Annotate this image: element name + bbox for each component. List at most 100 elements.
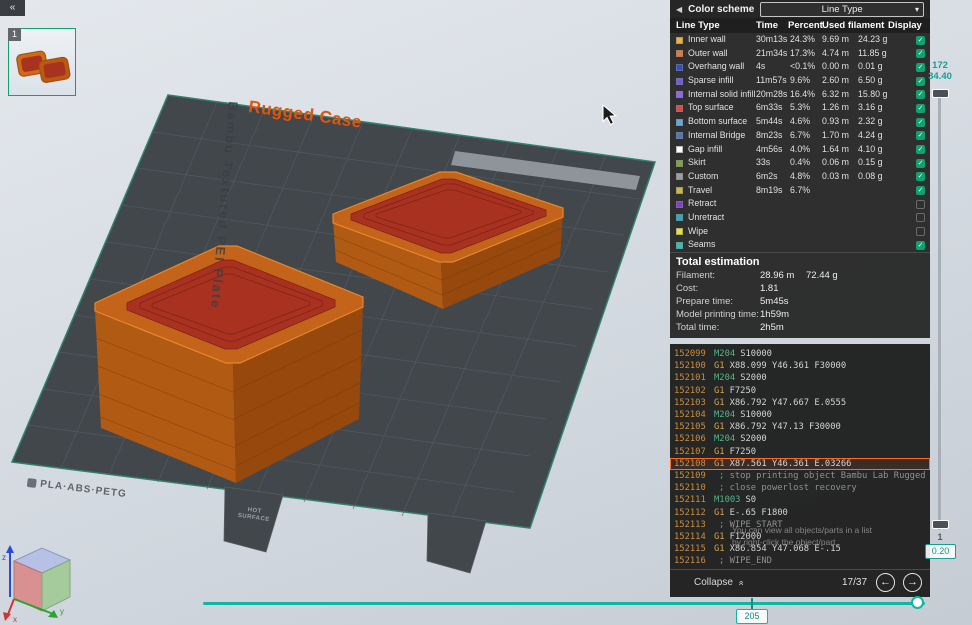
gcode-line[interactable]: 152103 G1 X86.792 Y47.667 E.0555 bbox=[670, 397, 930, 409]
gcode-arguments: F7250 bbox=[729, 446, 757, 457]
gcode-line[interactable]: 152112 G1 E-.65 F1800 bbox=[670, 506, 930, 518]
chevron-down-icon: ▾ bbox=[914, 4, 919, 14]
line-type-used-grams: 4.24 g bbox=[858, 129, 883, 140]
gcode-arguments: E-.65 F1800 bbox=[729, 507, 788, 518]
line-type-label: Travel bbox=[688, 184, 713, 195]
legend-row: Skirt 33s 0.4% 0.06 m 0.15 g ✓ bbox=[670, 156, 930, 170]
collapse-gcode-button[interactable]: Collapse » bbox=[694, 577, 746, 588]
navigation-cube[interactable]: z y x bbox=[2, 545, 72, 624]
gcode-line[interactable]: 152104 M204 S10000 bbox=[670, 409, 930, 421]
move-slider[interactable]: 205 bbox=[195, 592, 945, 624]
layer-slider[interactable]: 172 34.40 1 0.20 bbox=[920, 60, 960, 572]
layer-slider-handle-bottom[interactable] bbox=[932, 520, 949, 529]
gcode-line[interactable]: 152111 M1003 S0 bbox=[670, 494, 930, 506]
line-type-color-swatch bbox=[676, 159, 683, 167]
line-type-label: Seams bbox=[688, 239, 716, 250]
line-type-color-swatch bbox=[676, 118, 683, 126]
gcode-line[interactable]: 152109 ; stop printing object Bambu Lab … bbox=[670, 470, 930, 482]
gcode-line[interactable]: 152099 M204 S10000 bbox=[670, 348, 930, 360]
line-type-used-grams: 6.50 g bbox=[858, 75, 883, 86]
gcode-command: M204 bbox=[714, 373, 736, 384]
line-type-label: Retract bbox=[688, 198, 717, 209]
total-value: 28.96 m bbox=[760, 270, 795, 281]
line-type-color-swatch bbox=[676, 77, 683, 85]
gcode-line[interactable]: 152116 ; WIPE_END bbox=[670, 555, 930, 567]
line-type-percent: 24.3% bbox=[790, 34, 815, 44]
total-label: Prepare time: bbox=[676, 296, 734, 307]
legend-row: Gap infill 4m56s 4.0% 1.64 m 4.10 g ✓ bbox=[670, 143, 930, 157]
total-label: Model printing time: bbox=[676, 309, 759, 320]
gcode-arguments: X87.561 Y46.361 E.03266 bbox=[729, 458, 852, 469]
line-type-time: 11m57s bbox=[756, 75, 787, 86]
gcode-command: G1 bbox=[714, 385, 725, 396]
gcode-line[interactable]: 152107 G1 F7250 bbox=[670, 446, 930, 458]
legend-row: Seams ✓ bbox=[670, 238, 930, 252]
legend-row: Unretract bbox=[670, 211, 930, 225]
plate-thumbnail[interactable]: 1 bbox=[8, 28, 76, 96]
line-type-time: 8m23s bbox=[756, 129, 783, 140]
line-type-display-checkbox[interactable]: ✓ bbox=[916, 35, 925, 45]
line-type-display-checkbox[interactable]: ✓ bbox=[916, 49, 925, 59]
color-scheme-dropdown[interactable]: Line Type ▾ bbox=[760, 1, 924, 17]
line-type-color-swatch bbox=[676, 104, 683, 112]
line-type-percent: 5.3% bbox=[790, 102, 811, 113]
move-slider-handle[interactable] bbox=[911, 596, 924, 609]
line-type-time: 33s bbox=[756, 157, 771, 168]
gcode-arguments: S0 bbox=[745, 495, 757, 506]
layer-slider-top-height: 34.40 bbox=[928, 71, 952, 82]
gcode-line[interactable]: 152108 G1 X87.561 Y46.361 E.03266 bbox=[670, 457, 930, 470]
gcode-arguments: S10000 bbox=[740, 410, 772, 421]
color-scheme-selected: Line Type bbox=[821, 3, 863, 15]
gcode-arguments: ; WIPE_END bbox=[719, 556, 772, 567]
gcode-line[interactable]: 152110 ; close powerlost recovery bbox=[670, 482, 930, 494]
total-estimation-section: Total estimation Filament: 28.96 m 72.44… bbox=[670, 252, 930, 338]
gcode-line[interactable]: 152101 M204 S2000 bbox=[670, 372, 930, 384]
gcode-command: M1003 bbox=[714, 495, 741, 506]
toolbar-collapse-button[interactable]: « bbox=[0, 0, 25, 16]
line-type-label: Outer wall bbox=[688, 47, 728, 58]
layer-slider-track[interactable] bbox=[938, 92, 941, 530]
line-type-color-swatch bbox=[676, 91, 683, 99]
gcode-line-number: 152102 bbox=[674, 385, 706, 396]
line-type-label: Bottom surface bbox=[688, 116, 748, 127]
gcode-command: G1 bbox=[714, 531, 725, 542]
line-type-color-swatch bbox=[676, 173, 683, 181]
gcode-command: G1 bbox=[714, 361, 725, 372]
collapse-up-icon: » bbox=[735, 580, 746, 586]
gcode-command: M204 bbox=[714, 434, 736, 445]
gcode-line[interactable]: 152113 ; WIPE_START bbox=[670, 519, 930, 531]
gcode-command: G1 bbox=[714, 446, 725, 457]
layer-slider-handle-top[interactable] bbox=[932, 89, 949, 98]
gcode-line[interactable]: 152105 G1 X86.792 Y47.13 F30000 bbox=[670, 421, 930, 433]
move-slider-track[interactable] bbox=[203, 602, 925, 605]
gcode-next-page-button[interactable]: → bbox=[903, 573, 922, 593]
legend-row: Custom 6m2s 4.8% 0.03 m 0.08 g ✓ bbox=[670, 170, 930, 184]
gcode-line-number: 152107 bbox=[674, 446, 706, 457]
total-value: 5m45s bbox=[760, 296, 789, 307]
line-type-percent: <0.1% bbox=[790, 61, 816, 72]
legend-table: Inner wall 30m13s 24.3% 9.69 m 24.23 g ✓… bbox=[670, 33, 930, 252]
gcode-line[interactable]: 152115 G1 X86.854 Y47.068 E-.15 bbox=[670, 543, 930, 555]
line-type-label: Wipe bbox=[688, 225, 709, 236]
gcode-line[interactable]: 152106 M204 S2000 bbox=[670, 433, 930, 445]
layer-slider-bottom-value: 1 bbox=[937, 532, 943, 542]
gcode-arguments: F12000 bbox=[729, 531, 762, 542]
gcode-viewer: You can view all objects/parts in a list… bbox=[670, 344, 930, 570]
line-type-used-grams: 24.23 g bbox=[858, 34, 888, 44]
gcode-command: G1 bbox=[714, 507, 725, 518]
line-type-time: 21m34s bbox=[756, 47, 788, 58]
line-type-used-meters: 9.69 m bbox=[822, 34, 849, 44]
gcode-arguments: X88.099 Y46.361 F30000 bbox=[729, 361, 847, 372]
gcode-line[interactable]: 152100 G1 X88.099 Y46.361 F30000 bbox=[670, 360, 930, 372]
column-time: Time bbox=[756, 20, 779, 31]
total-row: Cost: 1.81 bbox=[670, 283, 930, 296]
gcode-prev-page-button[interactable]: ← bbox=[876, 573, 895, 593]
legend-row: Top surface 6m33s 5.3% 1.26 m 3.16 g ✓ bbox=[670, 101, 930, 115]
panel-collapse-icon[interactable]: ◀ bbox=[676, 5, 682, 14]
line-type-used-meters: 1.70 m bbox=[822, 129, 849, 140]
line-type-label: Top surface bbox=[688, 102, 734, 113]
gcode-line[interactable]: 152102 G1 F7250 bbox=[670, 385, 930, 397]
line-type-used-grams: 2.32 g bbox=[858, 116, 883, 127]
column-display: Display bbox=[888, 20, 922, 31]
gcode-line[interactable]: 152114 G1 F12000 bbox=[670, 531, 930, 543]
